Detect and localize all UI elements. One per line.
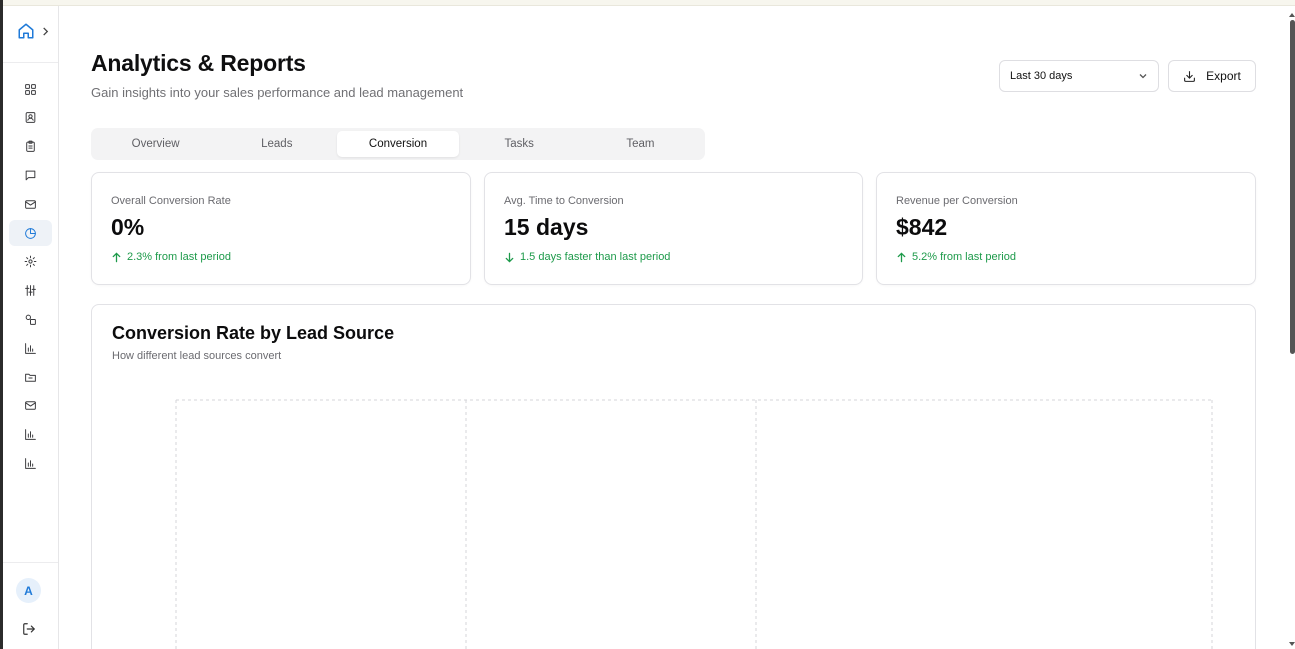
browser-top-strip [0,0,1295,6]
stat-delta: 2.3% from last period [111,251,231,263]
sidebar-item-folder[interactable] [9,364,52,390]
sidebar-header [16,21,50,41]
home-icon[interactable] [16,21,36,41]
stat-card-conversion-rate: Overall Conversion Rate 0% 2.3% from las… [91,172,471,285]
sidebar-divider [3,562,58,563]
logout-icon[interactable] [22,622,36,636]
stat-card-time-to-conversion: Avg. Time to Conversion 15 days 1.5 days… [484,172,863,285]
sidebar-item-bar-chart[interactable] [9,335,52,361]
sidebar-item-dashboard-grid[interactable] [9,76,52,102]
sidebar-item-sliders[interactable] [9,278,52,304]
pie-chart-icon [25,227,36,239]
tab-conversion[interactable]: Conversion [337,131,459,157]
arrow-up-icon [112,251,121,262]
mail-icon [25,401,36,411]
tab-overview[interactable]: Overview [95,131,216,157]
scroll-up-arrow-icon[interactable] [1289,12,1295,18]
folder-icon [25,373,36,382]
arrow-up-icon [897,251,906,262]
contacts-icon [25,112,36,124]
page-title: Analytics & Reports [91,50,306,76]
report-tabs: Overview Leads Conversion Tasks Team [91,128,705,160]
sidebar-item-bar-chart[interactable] [9,422,52,448]
stat-delta-text: 2.3% from last period [127,251,231,263]
sidebar-item-integrations[interactable] [9,306,52,332]
sidebar-expand-chevron-icon[interactable] [40,26,50,36]
chat-bubble-icon [25,170,36,181]
chevron-down-icon [1139,74,1147,79]
settings-gear-icon [24,255,37,268]
user-avatar[interactable]: A [16,578,41,603]
stat-delta-text: 1.5 days faster than last period [520,251,671,263]
sidebar-item-contacts[interactable] [9,105,52,131]
bar-chart-icon [25,458,36,469]
sidebar-divider [3,62,58,63]
download-icon [1184,70,1196,82]
integrations-icon [25,314,36,325]
chart-plot-area [175,399,1213,649]
sidebar-item-clipboard[interactable] [9,134,52,160]
sidebar: A [3,6,59,649]
sidebar-item-settings-gear[interactable] [9,249,52,275]
date-range-value: Last 30 days [1010,70,1073,82]
clipboard-icon [26,140,35,152]
bar-chart-icon [25,429,36,440]
sidebar-item-pie-chart[interactable] [9,220,52,246]
stat-value: 15 days [504,214,589,240]
sliders-icon [25,285,36,296]
tab-tasks[interactable]: Tasks [459,131,580,157]
stat-label: Avg. Time to Conversion [504,195,624,207]
page-subtitle: Gain insights into your sales performanc… [91,85,464,100]
page-scrollbar-thumb[interactable] [1290,20,1295,354]
export-label: Export [1206,69,1241,83]
dashboard-grid-icon [25,83,36,95]
export-button[interactable]: Export [1168,60,1256,92]
tab-leads[interactable]: Leads [216,131,337,157]
arrow-down-icon [505,252,514,263]
scroll-down-arrow-icon[interactable] [1289,641,1295,647]
stat-delta-text: 5.2% from last period [912,251,1016,263]
stat-label: Overall Conversion Rate [111,195,231,207]
sidebar-item-mail[interactable] [9,393,52,419]
sidebar-item-chat-bubble[interactable] [9,162,52,188]
bar-chart-icon [25,342,36,354]
sidebar-item-bar-chart[interactable] [9,450,52,476]
date-range-select[interactable]: Last 30 days [999,60,1159,92]
stat-value: 0% [111,214,145,240]
stat-delta: 5.2% from last period [896,251,1016,263]
stat-card-revenue-per-conversion: Revenue per Conversion $842 5.2% from la… [876,172,1256,285]
mail-icon [25,199,36,209]
conversion-by-source-card: Conversion Rate by Lead Source How diffe… [91,304,1256,649]
stat-label: Revenue per Conversion [896,195,1018,207]
stat-value: $842 [896,214,948,240]
stat-delta: 1.5 days faster than last period [504,251,670,263]
tab-team[interactable]: Team [580,131,701,157]
sidebar-item-mail[interactable] [9,191,52,217]
